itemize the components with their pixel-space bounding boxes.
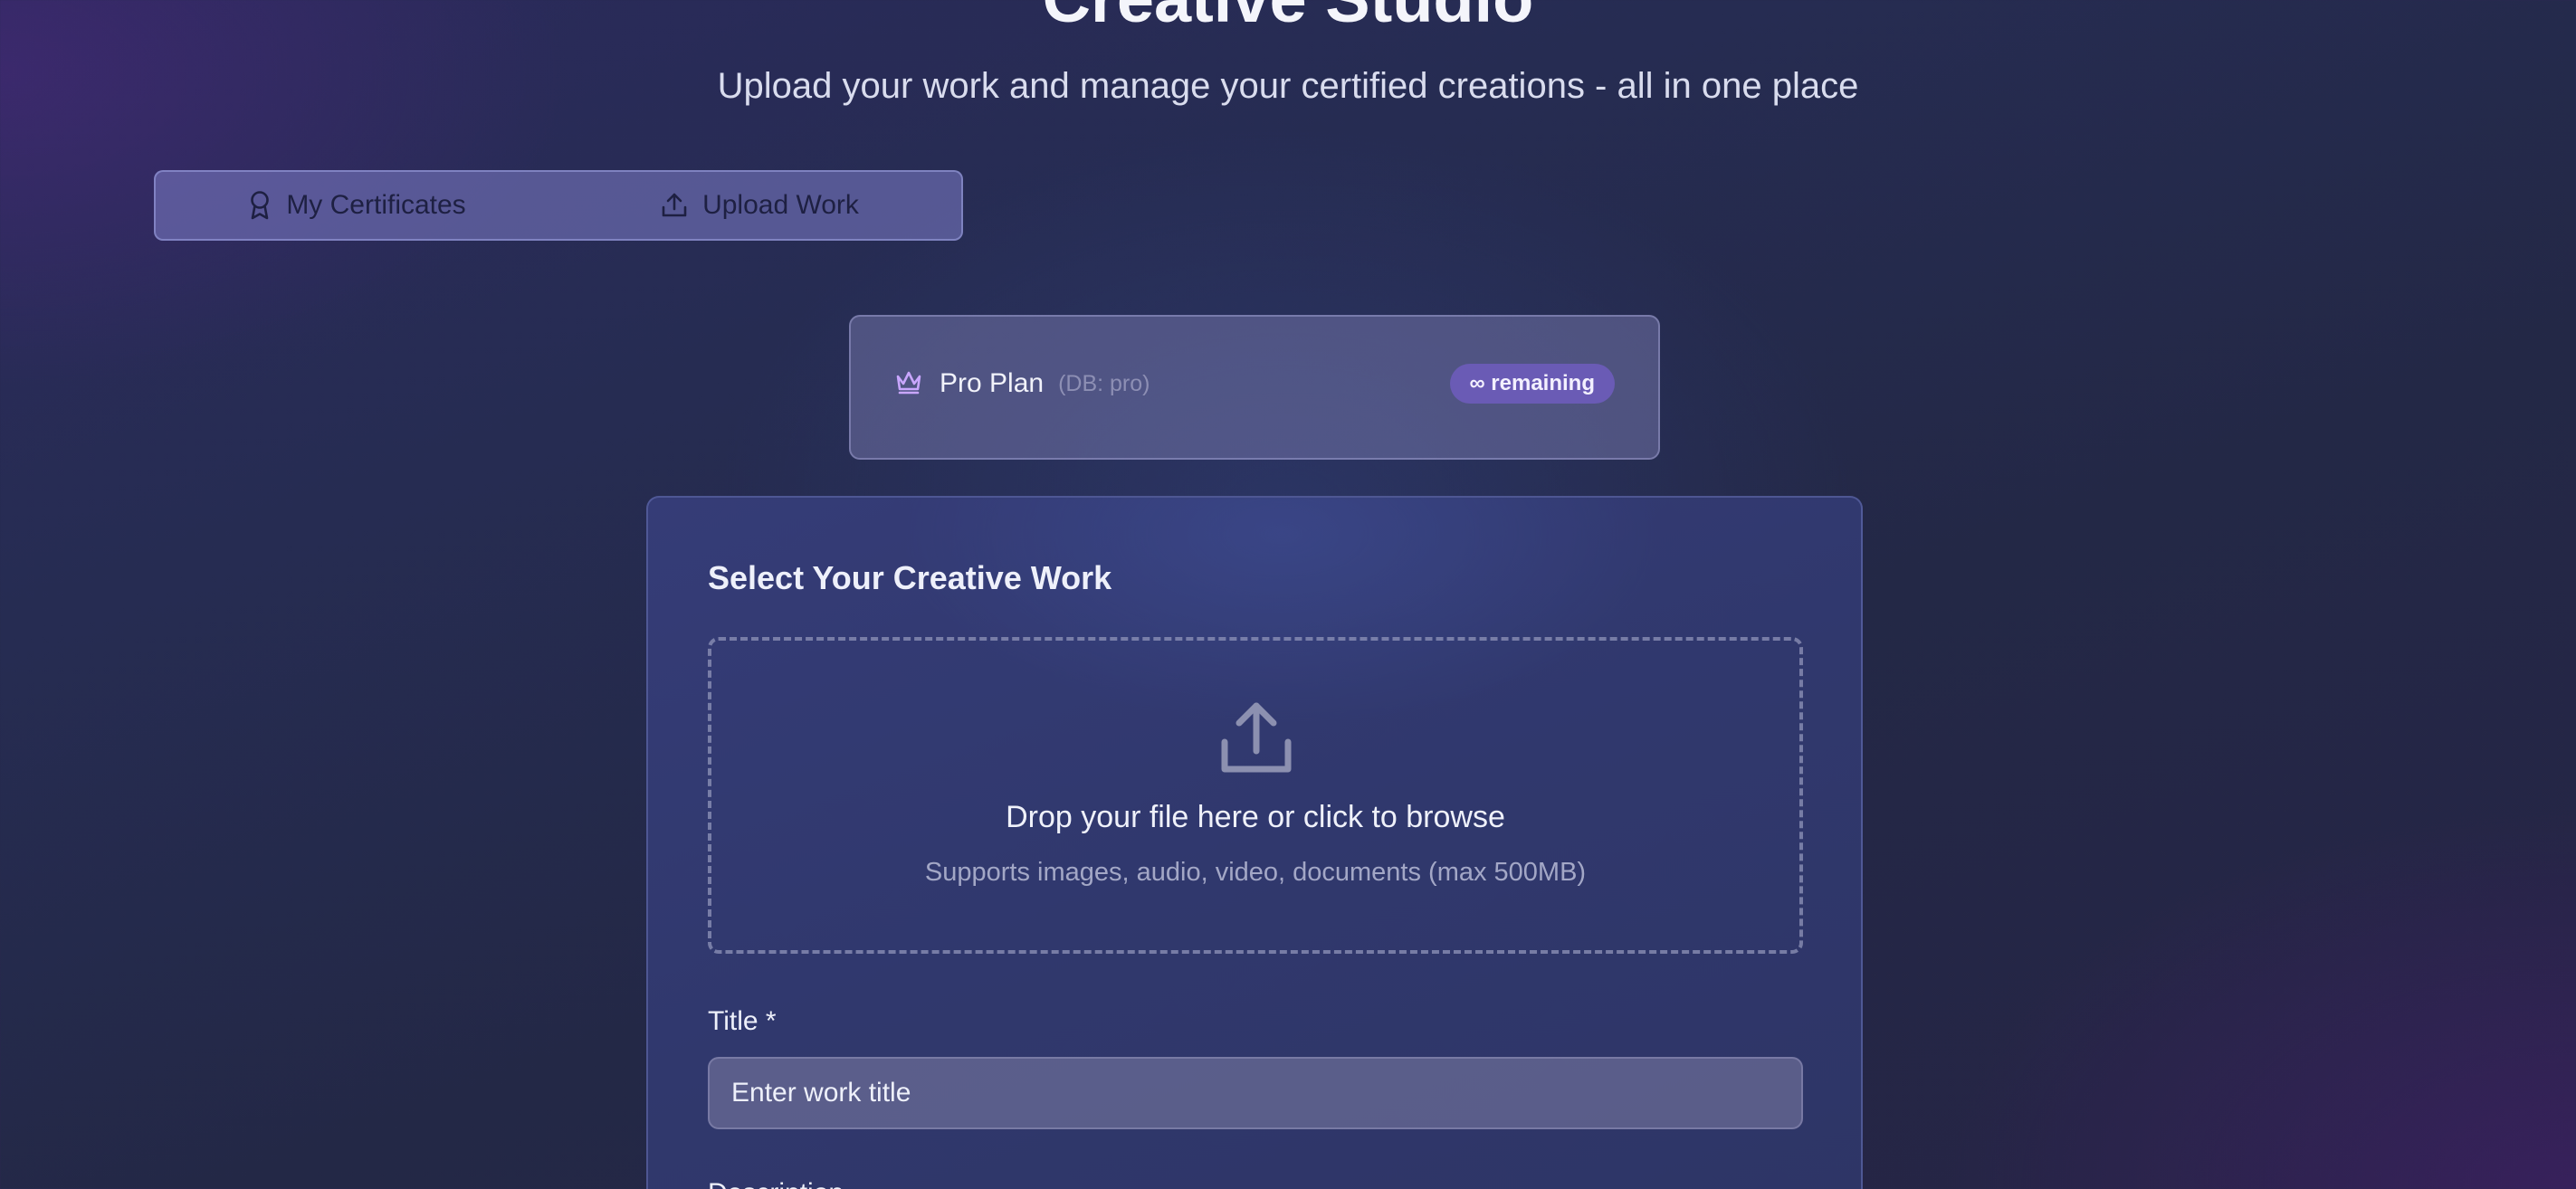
page-subtitle: Upload your work and manage your certifi… [717, 66, 1859, 106]
dropzone-main-text: Drop your file here or click to browse [1006, 800, 1505, 834]
plan-row: Pro Plan (DB: pro) ∞ remaining [894, 364, 1615, 404]
title-input[interactable] [708, 1057, 1803, 1129]
remaining-badge: ∞ remaining [1449, 364, 1615, 404]
award-icon [248, 190, 272, 221]
tab-my-certificates-label: My Certificates [286, 190, 466, 220]
plan-db-note: (DB: pro) [1058, 370, 1150, 396]
plan-card: Pro Plan (DB: pro) ∞ remaining [849, 315, 1660, 460]
upload-icon [661, 192, 688, 219]
plan-name: Pro Plan [940, 368, 1045, 398]
tab-upload-work[interactable]: Upload Work [558, 172, 961, 239]
page-title: Creative Studio [0, 0, 2576, 33]
section-title: Select Your Creative Work [708, 559, 1112, 596]
file-dropzone[interactable]: Drop your file here or click to browse S… [708, 637, 1803, 954]
tab-bar: My Certificates Upload Work [154, 170, 963, 241]
crown-icon [894, 368, 923, 400]
title-label: Title * [708, 1006, 777, 1036]
upload-card: Select Your Creative Work Drop your file… [646, 496, 1863, 1189]
upload-icon [1219, 700, 1293, 779]
description-label: Description [708, 1178, 844, 1189]
tab-my-certificates[interactable]: My Certificates [156, 172, 558, 239]
dropzone-sub-text: Supports images, audio, video, documents… [924, 858, 1587, 887]
tab-upload-work-label: Upload Work [702, 190, 859, 220]
